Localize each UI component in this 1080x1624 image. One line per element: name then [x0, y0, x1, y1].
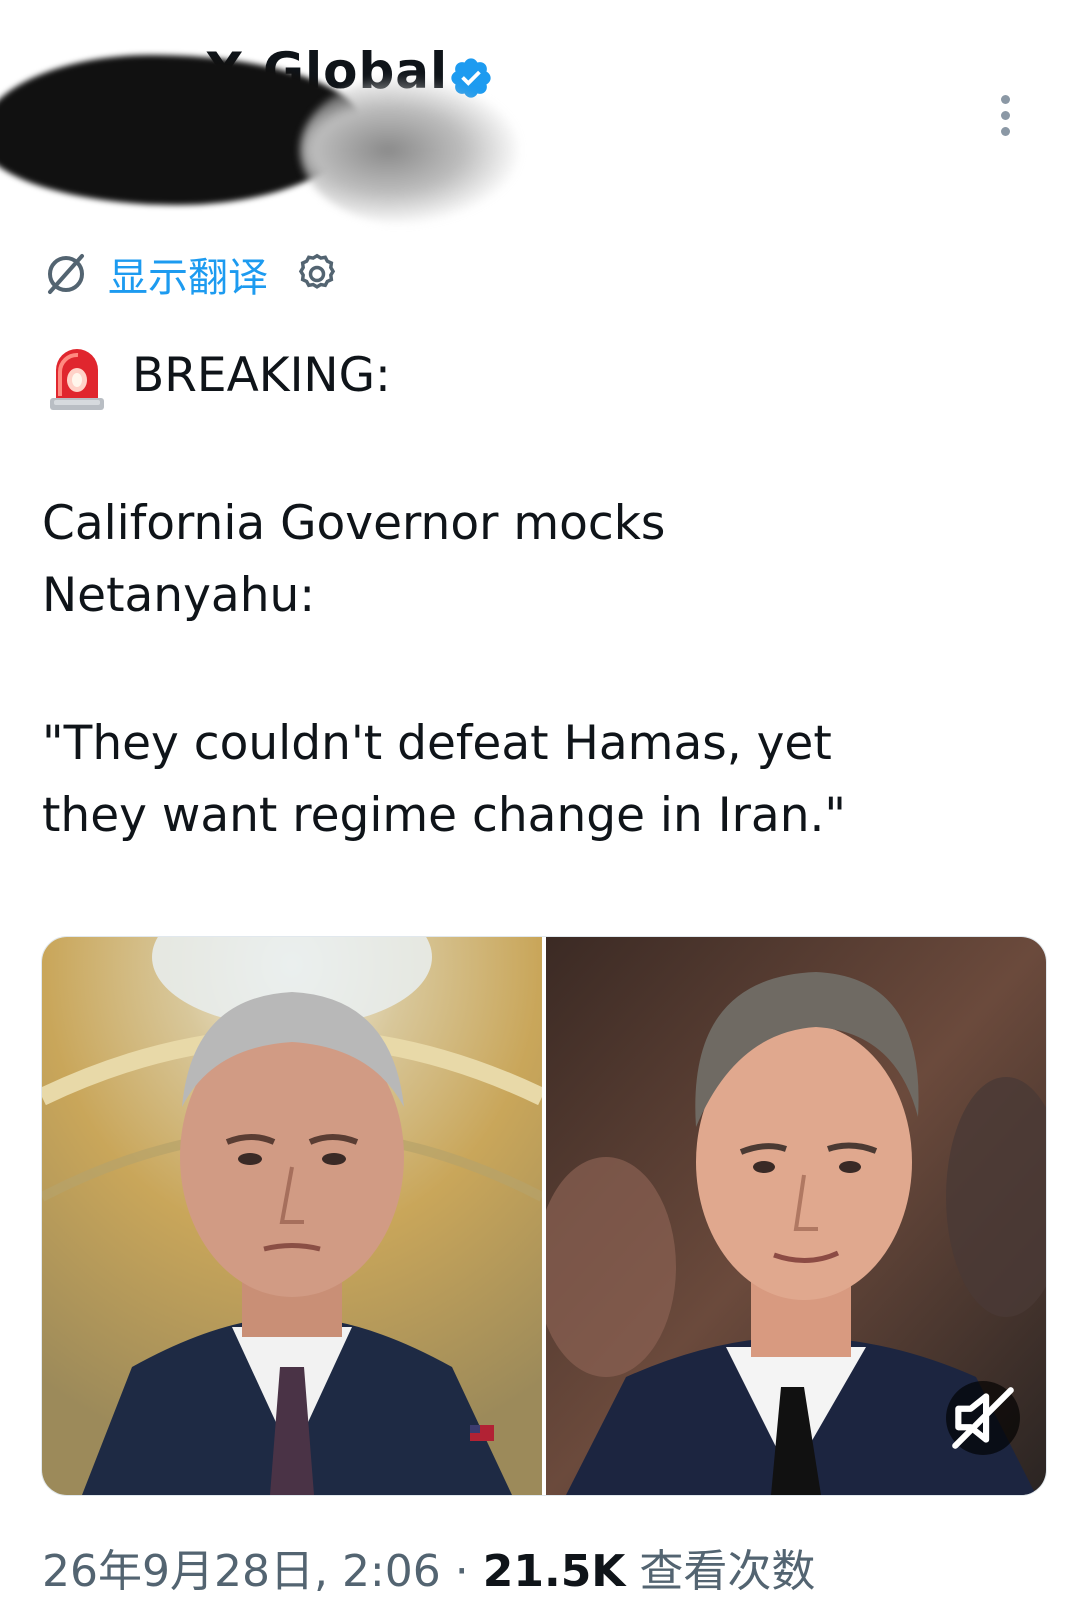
meta-separator: ·	[454, 1546, 469, 1597]
mute-toggle-button[interactable]	[946, 1381, 1020, 1455]
media-photo-left[interactable]	[42, 937, 542, 1495]
redaction-smudge	[300, 75, 520, 225]
gear-icon[interactable]	[294, 251, 340, 297]
more-dot	[1000, 111, 1010, 120]
tweet-timestamp[interactable]: 26年9月28日, 2:06	[42, 1546, 441, 1597]
more-vertical-icon	[1000, 95, 1010, 104]
more-dot	[1000, 127, 1010, 136]
more-options-button[interactable]	[990, 95, 1020, 145]
tweet-headline: California Governor mocks Netanyahu:	[42, 496, 666, 623]
tweet-media-grid	[41, 936, 1047, 1496]
photo-left-image	[42, 937, 542, 1495]
views-label: 查看次数	[639, 1546, 816, 1597]
police-light-icon	[50, 349, 104, 410]
tweet-breaking-label: BREAKING:	[132, 348, 391, 403]
tweet-meta: 26年9月28日, 2:06 · 21.5K 查看次数	[42, 1535, 815, 1599]
show-translation-link[interactable]: 显示翻译	[108, 245, 268, 303]
translate-globe-icon[interactable]	[44, 252, 88, 296]
views-count[interactable]: 21.5K	[483, 1546, 626, 1597]
translate-row: 显示翻译	[44, 246, 340, 302]
media-photo-right[interactable]	[546, 937, 1046, 1495]
tweet-quote: "They couldn't defeat Hamas, yet they wa…	[42, 716, 847, 843]
muted-speaker-icon	[952, 1387, 1014, 1449]
